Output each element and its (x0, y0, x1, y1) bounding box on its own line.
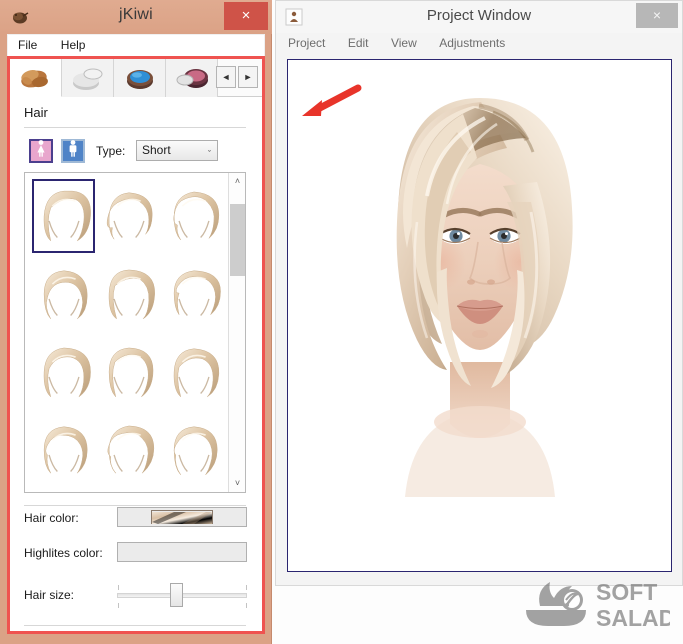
section-heading: Hair (24, 105, 48, 120)
project-window-close-button[interactable]: × (636, 3, 678, 28)
tick-right-top (246, 585, 247, 590)
highlites-color-label: Highlites color: (24, 546, 103, 560)
hairstyle-6[interactable] (162, 257, 225, 331)
hair-color-swatch (151, 510, 213, 524)
jkiwi-menubar: File Help (7, 34, 265, 56)
project-window: Project Window × Project Edit View Adjus… (275, 0, 683, 586)
gallery-scrollbar[interactable]: ˄ ˅ (228, 173, 245, 492)
pw-menu-project[interactable]: Project (288, 33, 325, 50)
tick-left-top (118, 585, 119, 590)
hairstyle-thumbnail-icon (167, 419, 221, 482)
project-window-title: Project Window (276, 7, 682, 24)
fields-divider-top (24, 505, 246, 506)
hairstyle-7[interactable] (32, 335, 95, 409)
watermark-line1: SOFT (596, 579, 657, 605)
menu-help[interactable]: Help (61, 35, 95, 55)
scrollbar-thumb[interactable] (230, 204, 245, 276)
hairstyle-thumbnail-icon (37, 419, 91, 482)
type-select[interactable]: Short ˇ (136, 140, 218, 161)
tab-face[interactable] (62, 59, 114, 97)
hairstyle-3[interactable] (162, 179, 225, 253)
fields-divider-bottom (24, 625, 246, 626)
blue-eyeshadow-icon (118, 63, 162, 93)
gender-male-button[interactable] (61, 139, 85, 163)
hairstyle-thumbnail-icon (37, 185, 91, 248)
highlites-color-field[interactable] (117, 542, 247, 562)
scroll-down-icon[interactable]: ˅ (229, 475, 246, 492)
screenshot-root: jKiwi × File Help (0, 0, 683, 644)
hairstyle-grid (25, 173, 230, 492)
hairstyle-thumbnail-icon (37, 341, 91, 404)
hairstyle-thumbnail-icon (102, 185, 156, 248)
type-select-value: Short (142, 143, 171, 157)
tick-right-bottom (246, 603, 247, 608)
tab-prev-button[interactable]: ◄ (216, 66, 236, 88)
gender-female-button[interactable] (29, 139, 53, 163)
hairstyle-thumbnail-icon (167, 185, 221, 248)
scroll-up-icon[interactable]: ˄ (229, 173, 246, 190)
menu-file[interactable]: File (18, 35, 46, 55)
hairstyle-thumbnail-icon (102, 419, 156, 482)
jkiwi-window: jKiwi × File Help (0, 0, 272, 644)
hairstyle-8[interactable] (97, 335, 160, 409)
pw-menu-adjustments[interactable]: Adjustments (439, 33, 505, 50)
tab-nav-buttons: ◄ ► (216, 66, 260, 88)
hairstyle-2[interactable] (97, 179, 160, 253)
type-label: Type: (96, 144, 125, 158)
hairstyle-10[interactable] (32, 413, 95, 487)
female-portrait-image (345, 62, 615, 497)
portrait-canvas[interactable] (287, 59, 672, 572)
hair-color-label: Hair color: (24, 511, 79, 525)
male-figure-icon (67, 140, 79, 163)
hairstyle-thumbnail-icon (167, 341, 221, 404)
section-divider (24, 127, 246, 128)
hairstyle-12[interactable] (162, 413, 225, 487)
project-window-titlebar: Project Window × (276, 1, 682, 33)
watermark-line2: SALAD (596, 605, 670, 631)
hairstyle-gallery: ˄ ˅ (24, 172, 246, 493)
jkiwi-close-button[interactable]: × (224, 2, 268, 30)
hairstyle-thumbnail-icon (102, 263, 156, 326)
female-figure-icon (35, 140, 47, 163)
hair-color-field[interactable] (117, 507, 247, 527)
project-window-menubar: Project Edit View Adjustments (276, 33, 682, 55)
hair-size-slider-thumb[interactable] (170, 583, 183, 607)
softsalad-watermark: SOFT SALAD (520, 570, 670, 636)
hairstyle-thumbnail-icon (102, 341, 156, 404)
pw-menu-view[interactable]: View (391, 33, 417, 50)
category-tabstrip: ◄ ► (10, 59, 262, 97)
pw-menu-edit[interactable]: Edit (348, 33, 369, 50)
hairstyle-1[interactable] (32, 179, 95, 253)
face-cream-icon (66, 63, 110, 93)
pink-compact-icon (170, 63, 214, 93)
tab-next-button[interactable]: ► (238, 66, 258, 88)
hairstyle-thumbnail-icon (167, 263, 221, 326)
tab-eyeshadow[interactable] (114, 59, 166, 97)
chevron-down-icon: ˇ (208, 145, 211, 164)
hairstyle-5[interactable] (97, 257, 160, 331)
tick-left-bottom (118, 603, 119, 608)
hairstyle-4[interactable] (32, 257, 95, 331)
jkiwi-content-highlight-frame: ◄ ► Hair (7, 56, 265, 634)
tab-blush[interactable] (166, 59, 218, 97)
tab-hair[interactable] (10, 59, 62, 97)
hairstyle-11[interactable] (97, 413, 160, 487)
hair-size-label: Hair size: (24, 588, 74, 602)
jkiwi-titlebar: jKiwi × (0, 0, 272, 34)
hairstyle-9[interactable] (162, 335, 225, 409)
hairstyle-thumbnail-icon (37, 263, 91, 326)
hair-thumb-icon (14, 63, 58, 93)
